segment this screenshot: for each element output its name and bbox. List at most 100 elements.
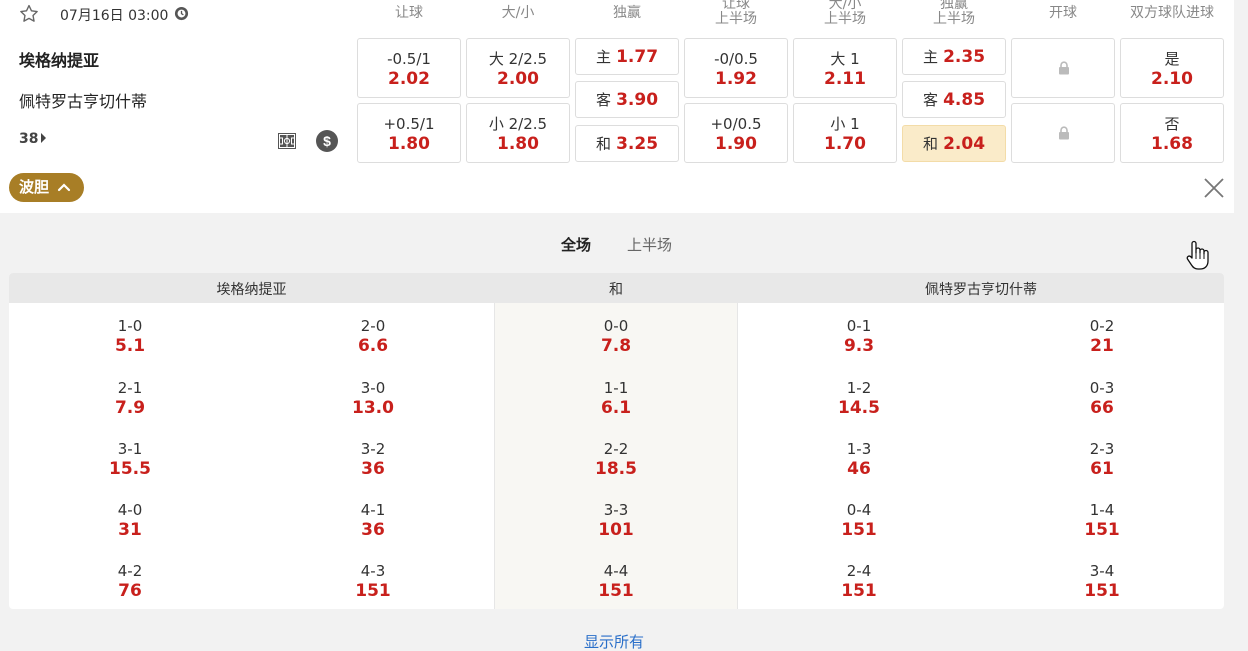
score-odd: 66 (1090, 398, 1114, 418)
odds-cell-handicap-half-away[interactable]: +0/0.5 1.90 (684, 103, 788, 163)
odds-value: 3.90 (616, 90, 659, 110)
score-label: 0-1 (846, 317, 872, 335)
odds-cell-handicap-home[interactable]: -0.5/1 2.02 (357, 38, 461, 98)
correct-score-cell[interactable]: 0-2 21 (1042, 316, 1162, 356)
odds-line: 否 (1164, 115, 1180, 133)
grid-header-home: 埃格纳提亚 (216, 282, 287, 298)
odds-cell-over-half[interactable]: 大 1 2.11 (793, 38, 897, 98)
correct-score-cell[interactable]: 4-4 151 (556, 561, 676, 601)
odds-cell-moneyline-half-away[interactable]: 客 4.85 (902, 81, 1006, 118)
correct-score-cell[interactable]: 2-2 18.5 (556, 439, 676, 479)
odds-cell-moneyline-home[interactable]: 主 1.77 (575, 38, 679, 75)
match-datetime: 07月16日 03:00 (60, 8, 169, 24)
odds-value: 1.80 (497, 134, 539, 154)
page-scroll-gutter (1234, 0, 1248, 651)
score-label: 2-0 (360, 317, 386, 335)
score-odd: 18.5 (595, 459, 637, 479)
more-markets-count: 38 (19, 131, 39, 147)
odds-value: 4.85 (943, 90, 986, 110)
odds-value: 1.80 (388, 134, 430, 154)
correct-score-cell[interactable]: 1-4 151 (1042, 500, 1162, 540)
odds-line: 和 (922, 135, 938, 153)
score-label: 0-2 (1089, 317, 1115, 335)
col-header-overunder: 大/小 (501, 5, 535, 21)
more-markets-link[interactable]: 38 (19, 131, 47, 147)
score-odd: 9.3 (843, 336, 875, 356)
correct-score-cell[interactable]: 3-2 36 (313, 439, 433, 479)
correct-score-cell[interactable]: 1-0 5.1 (70, 316, 190, 356)
odds-line: 小 2/2.5 (488, 115, 548, 133)
correct-score-cell[interactable]: 4-1 36 (313, 500, 433, 540)
odds-cell-moneyline-draw[interactable]: 和 3.25 (575, 125, 679, 162)
show-all-link[interactable]: 显示所有 (584, 631, 644, 651)
score-odd: 151 (841, 581, 877, 601)
odds-cell-under-half[interactable]: 小 1 1.70 (793, 103, 897, 163)
score-odd: 5.1 (114, 336, 146, 356)
correct-score-cell[interactable]: 0-3 66 (1042, 378, 1162, 418)
odds-value: 3.25 (616, 134, 659, 154)
score-label: 3-0 (360, 379, 386, 397)
odds-line: 大 1 (830, 50, 860, 68)
correct-score-cell[interactable]: 3-0 13.0 (313, 378, 433, 418)
correct-score-cell[interactable]: 3-3 101 (556, 500, 676, 540)
col-header-moneyline: 独赢 (613, 5, 641, 21)
col-header-both-score: 双方球队进球 (1130, 5, 1214, 21)
odds-cell-handicap-away[interactable]: +0.5/1 1.80 (357, 103, 461, 163)
score-odd: 14.5 (838, 398, 880, 418)
score-label: 3-2 (360, 440, 386, 458)
correct-score-cell[interactable]: 0-1 9.3 (799, 316, 919, 356)
correct-score-cell[interactable]: 1-1 6.1 (556, 378, 676, 418)
score-odd: 76 (118, 581, 142, 601)
correct-score-cell[interactable]: 2-1 7.9 (70, 378, 190, 418)
correct-score-cell[interactable]: 1-3 46 (799, 439, 919, 479)
odds-value: 1.70 (824, 134, 866, 154)
odds-line: -0/0.5 (714, 50, 758, 68)
score-label: 2-1 (117, 379, 143, 397)
score-label: 0-0 (603, 317, 629, 335)
odds-cell-over[interactable]: 大 2/2.5 2.00 (466, 38, 570, 98)
correct-score-cell[interactable]: 0-4 151 (799, 500, 919, 540)
correct-score-cell[interactable]: 3-1 15.5 (70, 439, 190, 479)
correct-score-cell[interactable]: 4-3 151 (313, 561, 433, 601)
score-label: 2-2 (603, 440, 629, 458)
score-label: 1-3 (846, 440, 872, 458)
odds-value: 1.90 (715, 134, 757, 154)
correct-score-cell[interactable]: 2-4 151 (799, 561, 919, 601)
col-header-kickoff: 开球 (1049, 5, 1077, 21)
pitch-stats-icon[interactable] (277, 131, 297, 151)
odds-line: 小 1 (830, 115, 860, 133)
favorite-star-icon[interactable] (18, 3, 40, 25)
odds-value: 2.02 (388, 69, 430, 89)
odds-value: 1.68 (1151, 134, 1193, 154)
odds-cell-under[interactable]: 小 2/2.5 1.80 (466, 103, 570, 163)
tab-full-time[interactable]: 全场 (561, 234, 591, 255)
grid-header-away: 佩特罗古亨切什蒂 (925, 282, 1037, 298)
score-label: 1-0 (117, 317, 143, 335)
odds-line: 和 (595, 135, 611, 153)
close-icon[interactable] (1202, 176, 1226, 200)
odds-cell-both-score-yes[interactable]: 是 2.10 (1120, 38, 1224, 98)
score-label: 4-4 (603, 562, 629, 580)
odds-line: +0.5/1 (383, 115, 435, 133)
score-label: 0-4 (846, 501, 872, 519)
score-label: 3-4 (1089, 562, 1115, 580)
score-odd: 101 (598, 520, 634, 540)
odds-cell-moneyline-half-home[interactable]: 主 2.35 (902, 38, 1006, 75)
score-label: 1-4 (1089, 501, 1115, 519)
correct-score-cell[interactable]: 1-2 14.5 (799, 378, 919, 418)
odds-cell-kickoff-locked (1011, 103, 1115, 163)
correct-score-toggle[interactable]: 波胆 (9, 173, 84, 202)
home-team-name: 埃格纳提亚 (19, 51, 100, 70)
correct-score-cell[interactable]: 0-0 7.8 (556, 316, 676, 356)
odds-cell-both-score-no[interactable]: 否 1.68 (1120, 103, 1224, 163)
correct-score-cell[interactable]: 4-2 76 (70, 561, 190, 601)
correct-score-cell[interactable]: 2-3 61 (1042, 439, 1162, 479)
correct-score-cell[interactable]: 3-4 151 (1042, 561, 1162, 601)
odds-cell-handicap-half-home[interactable]: -0/0.5 1.92 (684, 38, 788, 98)
correct-score-cell[interactable]: 2-0 6.6 (313, 316, 433, 356)
correct-score-cell[interactable]: 4-0 31 (70, 500, 190, 540)
dollar-icon[interactable]: $ (316, 130, 338, 152)
odds-cell-moneyline-half-draw[interactable]: 和 2.04 (902, 125, 1006, 162)
tab-first-half[interactable]: 上半场 (627, 234, 672, 255)
odds-cell-moneyline-away[interactable]: 客 3.90 (575, 81, 679, 118)
